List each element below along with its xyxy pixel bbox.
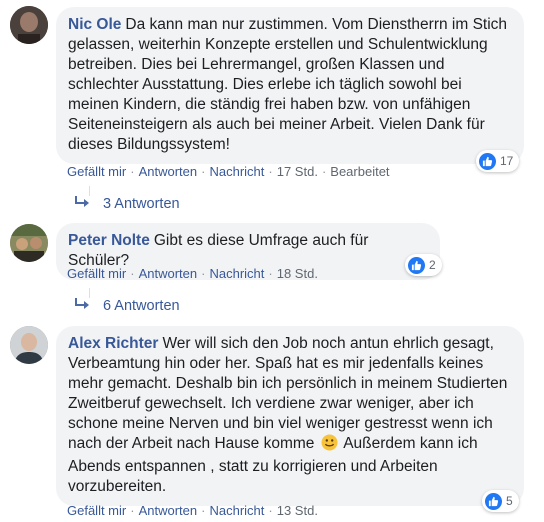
reply-arrow-icon: [75, 196, 89, 212]
message-link[interactable]: Nachricht: [209, 266, 264, 281]
comment-peter-nolte: Peter Nolte Gibt es diese Umfrage auch fü…: [0, 220, 544, 320]
comment-actions: Gefällt mir · Antworten · Nachricht · 13 Std.: [67, 503, 318, 518]
reaction-count[interactable]: 5: [482, 490, 519, 512]
view-replies-button[interactable]: 3 Antworten: [75, 196, 180, 212]
avatar[interactable]: [10, 6, 48, 44]
comment-author[interactable]: Alex Richter: [68, 335, 158, 352]
reaction-count[interactable]: 2: [405, 254, 442, 276]
comment-actions: Gefällt mir · Antworten · Nachricht · 18 Std.: [67, 266, 318, 281]
edited-label: Bearbeitet: [330, 164, 390, 179]
like-link[interactable]: Gefällt mir: [67, 164, 126, 179]
timestamp[interactable]: 18 Std.: [277, 266, 318, 281]
message-link[interactable]: Nachricht: [209, 164, 264, 179]
replies-label: 6 Antworten: [103, 298, 180, 314]
reply-link[interactable]: Antworten: [139, 266, 198, 281]
like-link[interactable]: Gefällt mir: [67, 266, 126, 281]
reply-arrow-icon: [75, 298, 89, 314]
reply-link[interactable]: Antworten: [139, 164, 198, 179]
reaction-count[interactable]: 17: [476, 150, 520, 172]
comment-nic-ole: Nic Ole Da kann man nur zustimmen. Vom Di…: [0, 0, 544, 220]
timestamp[interactable]: 13 Std.: [277, 503, 318, 518]
reply-link[interactable]: Antworten: [139, 503, 198, 518]
avatar-photo-icon: [10, 6, 48, 44]
avatar[interactable]: [10, 326, 48, 364]
thumbs-up-icon: [408, 256, 425, 274]
comment-bubble: Nic Ole Da kann man nur zustimmen. Vom Di…: [56, 7, 524, 164]
replies-label: 3 Antworten: [103, 196, 180, 212]
comment-text: Da kann man nur zustimmen. Vom Diensther…: [68, 16, 508, 153]
like-count: 5: [506, 494, 513, 508]
like-link[interactable]: Gefällt mir: [67, 503, 126, 518]
comment-actions: Gefällt mir · Antworten · Nachricht · 17 Std. ·…: [67, 164, 390, 179]
thumbs-up-icon: [485, 492, 502, 510]
comment-bubble: Alex Richter Wer will sich den Job noch a…: [56, 326, 524, 506]
smiley-icon: [321, 434, 338, 457]
like-count: 17: [500, 154, 514, 168]
message-link[interactable]: Nachricht: [209, 503, 264, 518]
avatar[interactable]: [10, 224, 48, 262]
like-count: 2: [429, 258, 436, 272]
avatar-photo-icon: [10, 224, 48, 262]
comment-author[interactable]: Peter Nolte: [68, 232, 150, 249]
comment-author[interactable]: Nic Ole: [68, 16, 121, 33]
timestamp[interactable]: 17 Std.: [277, 164, 318, 179]
comment-alex-richter: Alex Richter Wer will sich den Job noch a…: [0, 320, 544, 522]
thumbs-up-icon: [479, 152, 496, 170]
avatar-photo-icon: [10, 326, 48, 364]
view-replies-button[interactable]: 6 Antworten: [75, 298, 180, 314]
